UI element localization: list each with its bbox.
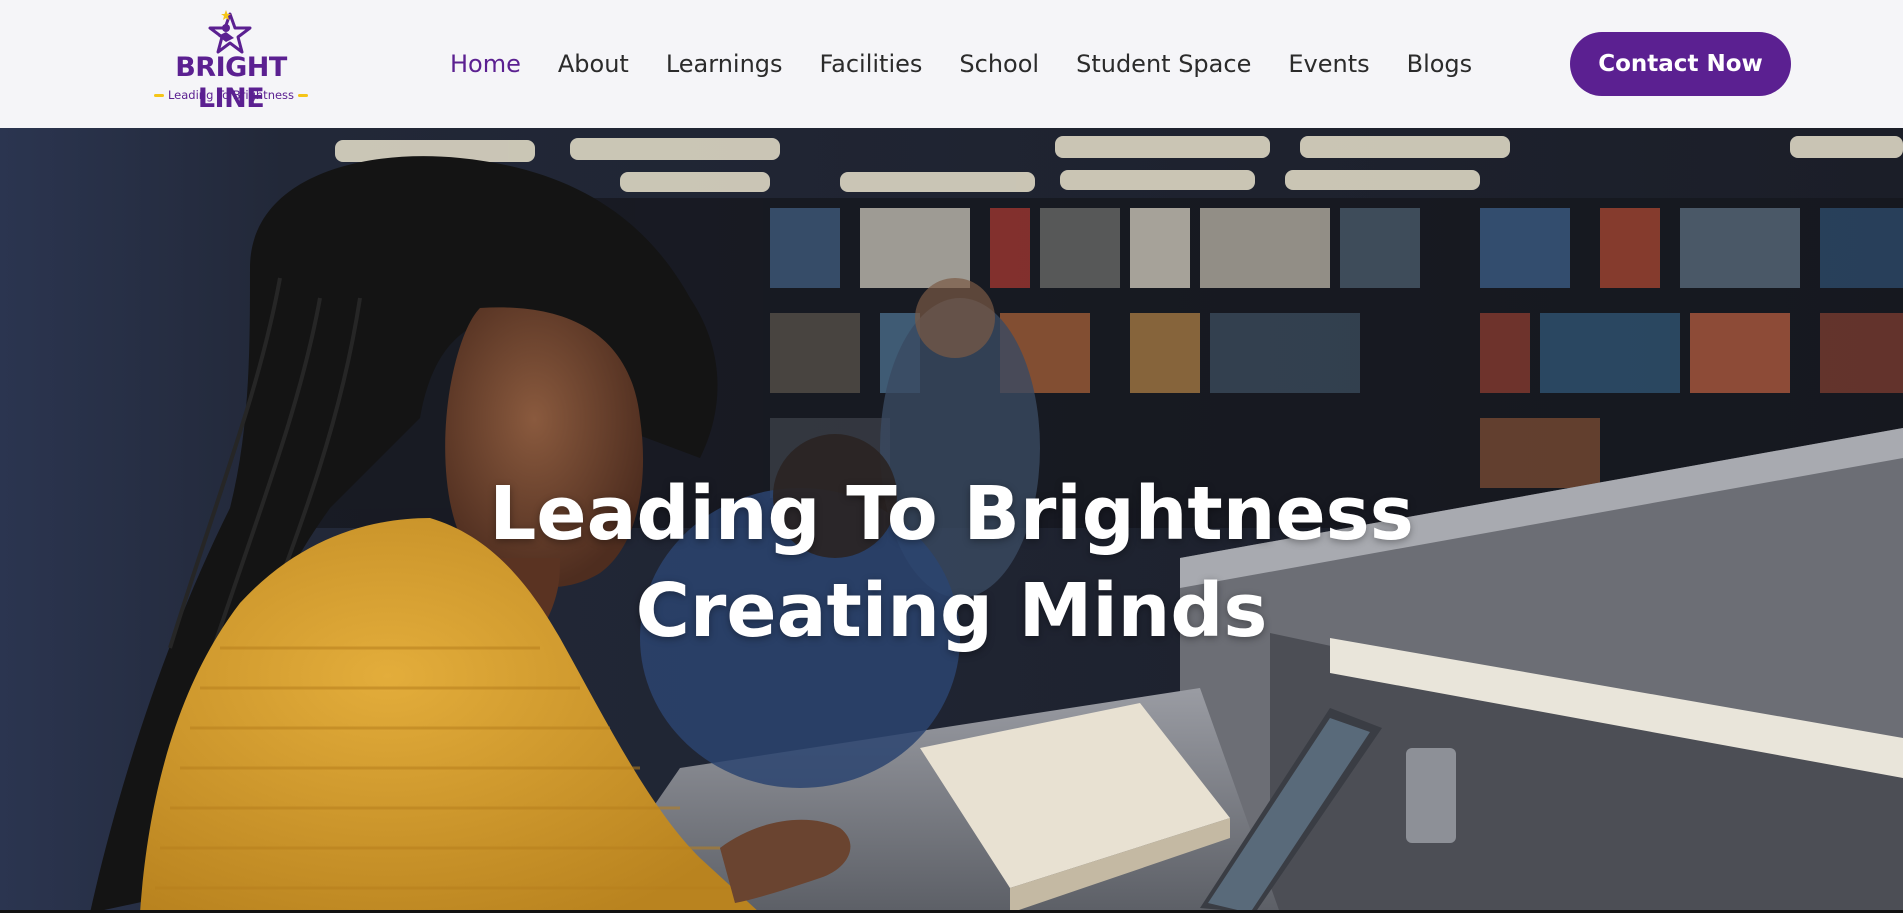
- tagline-bar-right: [298, 93, 309, 97]
- main-nav: Home About Learnings Facilities School S…: [450, 44, 1472, 84]
- brand-tagline-row: Leading To Brightness: [148, 88, 314, 102]
- contact-now-button[interactable]: Contact Now: [1570, 32, 1791, 96]
- brand-logo[interactable]: BRIGHT LINE Leading To Brightness: [148, 8, 314, 114]
- nav-item-home[interactable]: Home: [450, 50, 521, 78]
- site-header: BRIGHT LINE Leading To Brightness Home A…: [0, 0, 1903, 128]
- hero-headline-line-1: Leading To Brightness: [489, 471, 1414, 557]
- tagline-bar-left: [153, 93, 164, 97]
- hero-headline-line-2: Creating Minds: [635, 568, 1268, 654]
- nav-item-learnings[interactable]: Learnings: [666, 50, 783, 78]
- nav-item-events[interactable]: Events: [1288, 50, 1369, 78]
- brand-name: BRIGHT LINE: [175, 52, 287, 114]
- nav-item-student-space[interactable]: Student Space: [1076, 50, 1251, 78]
- nav-item-blogs[interactable]: Blogs: [1407, 50, 1473, 78]
- nav-item-about[interactable]: About: [558, 50, 629, 78]
- brand-tagline: Leading To Brightness: [167, 88, 295, 102]
- nav-item-facilities[interactable]: Facilities: [820, 50, 923, 78]
- nav-item-school[interactable]: School: [959, 50, 1039, 78]
- hero-headline: Leading To Brightness Creating Minds: [0, 466, 1903, 660]
- hero-banner: Leading To Brightness Creating Minds: [0, 128, 1903, 913]
